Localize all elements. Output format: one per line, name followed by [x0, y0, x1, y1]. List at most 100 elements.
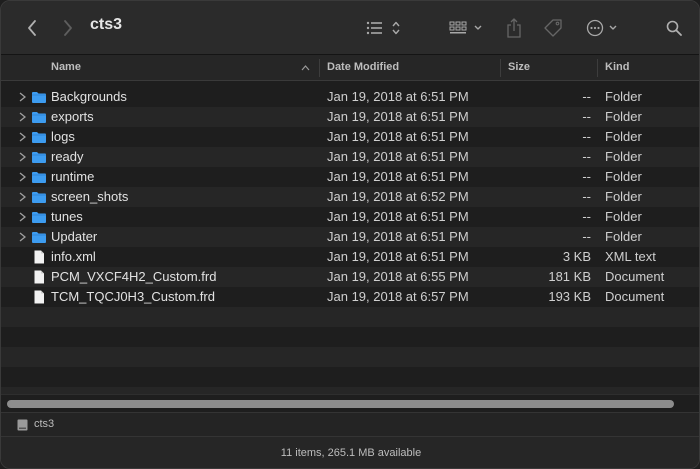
file-date: Jan 19, 2018 at 6:51 PM — [327, 109, 469, 124]
window-title: cts3 — [90, 16, 123, 33]
chevron-right-icon — [64, 20, 72, 36]
file-row[interactable]: info.xml Jan 19, 2018 at 6:51 PM 3 KB XML t… — [1, 247, 699, 267]
file-name: tunes — [51, 209, 83, 224]
file-row[interactable]: ready Jan 19, 2018 at 6:51 PM -- Folder — [1, 147, 699, 167]
file-name: ready — [51, 149, 84, 164]
sort-ascending-icon — [301, 65, 310, 71]
empty-row — [1, 367, 699, 387]
file-date: Jan 19, 2018 at 6:51 PM — [327, 209, 469, 224]
document-icon — [34, 270, 44, 284]
disclosure-triangle-icon[interactable] — [19, 170, 29, 184]
disclosure-triangle-icon[interactable] — [19, 90, 29, 104]
file-kind: Folder — [605, 209, 642, 224]
file-size: -- — [582, 109, 591, 124]
column-divider[interactable] — [597, 59, 598, 77]
file-row[interactable]: Backgrounds Jan 19, 2018 at 6:51 PM -- Fold… — [1, 87, 699, 107]
file-row[interactable]: Updater Jan 19, 2018 at 6:51 PM -- Folder — [1, 227, 699, 247]
file-size: -- — [582, 149, 591, 164]
file-name: TCM_TQCJ0H3_Custom.frd — [51, 289, 215, 304]
folder-icon — [32, 112, 46, 123]
file-kind: Folder — [605, 149, 642, 164]
file-date: Jan 19, 2018 at 6:51 PM — [327, 229, 469, 244]
column-divider[interactable] — [500, 59, 501, 77]
folder-icon — [32, 232, 46, 243]
file-size: 181 KB — [548, 269, 591, 284]
file-size: 3 KB — [562, 249, 591, 264]
column-date-header[interactable]: Date Modified — [327, 61, 399, 73]
file-name: exports — [51, 109, 94, 124]
share-button[interactable] — [505, 15, 523, 41]
path-item[interactable]: cts3 — [34, 418, 54, 430]
document-icon — [34, 290, 44, 304]
file-kind: Folder — [605, 189, 642, 204]
group-button[interactable] — [448, 15, 488, 41]
file-size: -- — [582, 129, 591, 144]
file-row[interactable]: PCM_VXCF4H2_Custom.frd Jan 19, 2018 at 6:… — [1, 267, 699, 287]
file-list: Backgrounds Jan 19, 2018 at 6:51 PM -- Fold… — [1, 87, 699, 407]
file-name: Updater — [51, 229, 98, 244]
file-kind: Folder — [605, 229, 642, 244]
file-row[interactable]: TCM_TQCJ0H3_Custom.frd Jan 19, 2018 at 6:… — [1, 287, 699, 307]
status-text: 11 items, 265.1 MB available — [280, 447, 422, 459]
folder-icon — [32, 152, 46, 163]
file-kind: Document — [605, 269, 665, 284]
column-size-header[interactable]: Size — [508, 61, 530, 73]
file-row[interactable]: screen_shots Jan 19, 2018 at 6:52 PM -- Fol… — [1, 187, 699, 207]
forward-button[interactable] — [59, 15, 77, 41]
tag-button[interactable] — [542, 15, 564, 41]
file-name: screen_shots — [51, 189, 129, 204]
disclosure-triangle-icon[interactable] — [19, 190, 29, 204]
column-kind-header[interactable]: Kind — [605, 61, 629, 73]
folder-icon — [32, 212, 46, 223]
share-icon — [507, 18, 521, 38]
ellipsis-circle-icon — [586, 19, 617, 37]
column-header: Name Date Modified Size Kind — [1, 55, 699, 81]
file-name: PCM_VXCF4H2_Custom.frd — [51, 269, 217, 284]
file-row[interactable]: logs Jan 19, 2018 at 6:51 PM -- Folder — [1, 127, 699, 147]
column-divider[interactable] — [319, 59, 320, 77]
document-icon — [34, 250, 44, 264]
horizontal-scrollbar[interactable] — [1, 394, 699, 412]
file-size: -- — [582, 89, 591, 104]
file-size: 193 KB — [548, 289, 591, 304]
search-icon — [666, 20, 682, 36]
file-size: -- — [582, 169, 591, 184]
chevron-left-icon — [28, 20, 36, 36]
file-row[interactable]: tunes Jan 19, 2018 at 6:51 PM -- Folder — [1, 207, 699, 227]
file-kind: Folder — [605, 129, 642, 144]
file-date: Jan 19, 2018 at 6:51 PM — [327, 169, 469, 184]
file-date: Jan 19, 2018 at 6:51 PM — [327, 89, 469, 104]
file-date: Jan 19, 2018 at 6:57 PM — [327, 289, 469, 304]
file-kind: XML text — [605, 249, 656, 264]
empty-row — [1, 347, 699, 367]
file-size: -- — [582, 229, 591, 244]
action-button[interactable] — [586, 15, 622, 41]
finder-window: cts3 Name Date Modified Size Kind Backgr… — [0, 0, 700, 469]
disclosure-triangle-icon[interactable] — [19, 230, 29, 244]
search-button[interactable] — [665, 15, 683, 41]
folder-icon — [32, 172, 46, 183]
list-icon — [366, 21, 400, 35]
folder-icon — [32, 92, 46, 103]
disclosure-triangle-icon[interactable] — [19, 210, 29, 224]
disclosure-triangle-icon[interactable] — [19, 130, 29, 144]
file-date: Jan 19, 2018 at 6:52 PM — [327, 189, 469, 204]
status-bar: 11 items, 265.1 MB available — [1, 436, 699, 468]
file-size: -- — [582, 189, 591, 204]
scrollbar-thumb[interactable] — [7, 400, 674, 408]
empty-row — [1, 307, 699, 327]
file-row[interactable]: exports Jan 19, 2018 at 6:51 PM -- Folder — [1, 107, 699, 127]
file-name: Backgrounds — [51, 89, 127, 104]
view-options-button[interactable] — [365, 15, 405, 41]
disclosure-triangle-icon[interactable] — [19, 150, 29, 164]
disclosure-triangle-icon[interactable] — [19, 110, 29, 124]
file-date: Jan 19, 2018 at 6:55 PM — [327, 269, 469, 284]
column-name-header[interactable]: Name — [51, 61, 81, 73]
file-row[interactable]: runtime Jan 19, 2018 at 6:51 PM -- Folder — [1, 167, 699, 187]
back-button[interactable] — [23, 15, 41, 41]
file-name: logs — [51, 129, 75, 144]
tag-icon — [544, 19, 562, 37]
file-name: runtime — [51, 169, 95, 184]
file-kind: Folder — [605, 169, 642, 184]
grid-icon — [449, 21, 482, 34]
